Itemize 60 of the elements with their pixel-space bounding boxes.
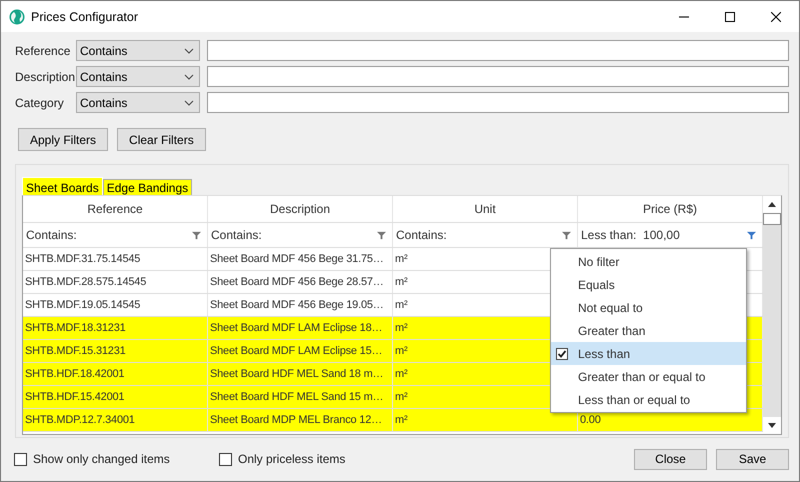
app-icon xyxy=(9,8,25,24)
table-cell: SHTB.MDF.18.31231 xyxy=(23,317,208,339)
column-filter-text[interactable]: Contains: xyxy=(396,228,447,242)
filter-label: Reference xyxy=(15,44,72,58)
table-cell: SHTB.MDF.19.05.14545 xyxy=(23,294,208,316)
window-title: Prices Configurator xyxy=(31,10,138,24)
table-cell: Sheet Board MDF 456 Bege 31.75… xyxy=(208,248,393,270)
filter-button[interactable]: Clear Filters xyxy=(117,128,206,151)
menu-item[interactable]: Less than xyxy=(551,342,746,365)
table-cell: Sheet Board HDF MEL Sand 15 m… xyxy=(208,386,393,408)
table-cell: SHTB.MDF.15.31231 xyxy=(23,340,208,362)
chevron-icon xyxy=(184,100,194,106)
table-cell: Sheet Board MDF 456 Bege 19.05… xyxy=(208,294,393,316)
chevron-icon xyxy=(184,74,194,80)
operator-dropdown[interactable]: Contains xyxy=(76,92,200,113)
checkmark-icon xyxy=(556,348,568,360)
table-cell: SHTB.HDF.18.42001 xyxy=(23,363,208,385)
table-cell: Sheet Board MDF 456 Bege 28.57… xyxy=(208,271,393,293)
table-cell: Sheet Board MDP MEL Branco 12… xyxy=(208,409,393,431)
filter-field[interactable] xyxy=(207,66,789,87)
column-header[interactable]: Reference xyxy=(23,196,208,222)
column-filter-text[interactable]: Contains: xyxy=(211,228,262,242)
filter-field[interactable] xyxy=(207,92,789,113)
table-cell: SHTB.MDF.31.75.14545 xyxy=(23,248,208,270)
column-filter-text[interactable]: Less than: 100,00 xyxy=(581,228,680,242)
filter-icon[interactable] xyxy=(562,230,571,240)
table-cell: SHTB.HDF.15.42001 xyxy=(23,386,208,408)
dialog-button[interactable]: Save xyxy=(716,448,789,470)
filter-icon[interactable] xyxy=(377,230,386,240)
checkbox-label: Only priceless items xyxy=(238,452,346,466)
tab[interactable]: Edge Bandings xyxy=(102,179,192,195)
checkbox[interactable] xyxy=(219,452,232,466)
table-cell: Sheet Board HDF MEL Sand 18 m… xyxy=(208,363,393,385)
table-cell: SHTB.MDP.12.7.34001 xyxy=(23,409,208,431)
table-cell: SHTB.MDF.28.575.14545 xyxy=(23,271,208,293)
column-header[interactable]: Unit xyxy=(393,196,578,222)
tab[interactable]: Sheet Boards xyxy=(22,177,103,195)
down-arrow-icon xyxy=(768,423,776,428)
filter-icon[interactable] xyxy=(192,230,201,240)
column-filter-text[interactable]: Contains: xyxy=(26,228,77,242)
table-cell: 0.00 xyxy=(580,414,601,426)
filter-label: Description xyxy=(15,70,76,84)
scroll-down-button[interactable] xyxy=(763,417,781,434)
scroll-up-button[interactable] xyxy=(763,196,781,213)
checkbox[interactable] xyxy=(14,452,27,466)
dialog-button[interactable]: Close xyxy=(634,448,707,470)
table-cell: Sheet Board MDF LAM Eclipse 18… xyxy=(208,317,393,339)
filter-field[interactable] xyxy=(207,40,789,61)
operator-dropdown[interactable]: Contains xyxy=(76,66,200,87)
up-arrow-icon xyxy=(768,202,776,207)
chevron-icon xyxy=(184,48,194,54)
checkbox-label: Show only changed items xyxy=(33,452,170,466)
filter-label: Category xyxy=(15,96,65,110)
filter-icon[interactable] xyxy=(747,230,756,240)
operator-dropdown[interactable]: Contains xyxy=(76,40,200,61)
column-header[interactable]: Description xyxy=(208,196,393,222)
table-cell: Sheet Board MDF LAM Eclipse 15… xyxy=(208,340,393,362)
scroll-thumb[interactable] xyxy=(763,213,781,225)
filter-button[interactable]: Apply Filters xyxy=(18,128,108,151)
table-row[interactable]: SHTB.MDP.12.7.34001 Sheet Board MDP MEL Branco 12… m² 0.00 xyxy=(23,409,763,432)
